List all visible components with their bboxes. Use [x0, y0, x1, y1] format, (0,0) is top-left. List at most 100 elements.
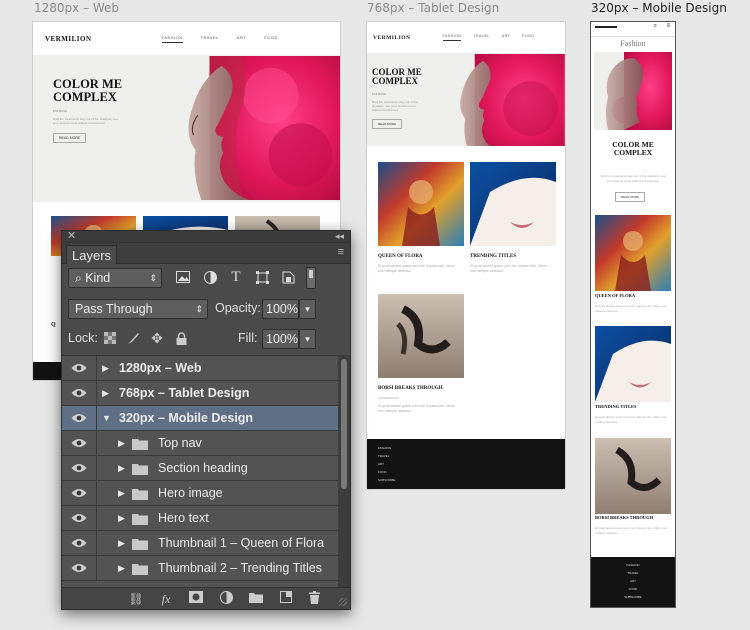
- scrollbar[interactable]: [338, 355, 350, 587]
- link-layers-icon[interactable]: ⛓: [128, 591, 144, 607]
- thumbnail-trending-titles[interactable]: [470, 162, 556, 246]
- resize-grip[interactable]: [339, 598, 347, 606]
- collapsed-triangle-icon[interactable]: ▶: [118, 556, 125, 580]
- footer-link[interactable]: TRAVEL: [378, 454, 554, 458]
- card-title: QUEEN OF FLORA: [595, 293, 636, 298]
- close-icon[interactable]: ✕: [67, 230, 76, 242]
- visibility-eye-icon[interactable]: [62, 356, 97, 380]
- image-filter-icon[interactable]: [175, 269, 191, 285]
- nav-item[interactable]: TRAVEL: [201, 35, 219, 43]
- lock-transparent-icon[interactable]: [102, 330, 118, 346]
- thumbnail-queen-of-flora[interactable]: [595, 215, 671, 291]
- visibility-eye-icon[interactable]: [62, 481, 97, 505]
- smart-object-filter-icon[interactable]: [280, 269, 296, 285]
- fill-dropdown[interactable]: ▾: [299, 329, 316, 349]
- new-group-icon[interactable]: [248, 591, 264, 607]
- nav-item[interactable]: FASHION: [442, 34, 462, 41]
- layer-row-group[interactable]: ▶ Hero image: [62, 481, 338, 506]
- layer-style-icon[interactable]: fx: [158, 591, 174, 607]
- collapsed-triangle-icon[interactable]: ▶: [118, 531, 125, 555]
- layer-row-group[interactable]: ▶ Thumbnail 1 – Queen of Flora: [62, 531, 338, 556]
- layer-row-artboard[interactable]: ▶ 1280px – Web: [62, 356, 338, 381]
- nav-item[interactable]: FOOD: [522, 34, 534, 41]
- panel-titlebar[interactable]: ✕ ◂◂: [62, 230, 350, 243]
- collapsed-triangle-icon[interactable]: ▶: [118, 506, 125, 530]
- collapsed-triangle-icon[interactable]: ▶: [118, 481, 125, 505]
- logo: VERMILION: [45, 34, 92, 43]
- footer-link[interactable]: FASHION: [591, 563, 675, 567]
- nav-item[interactable]: ART: [502, 34, 510, 41]
- lock-position-icon[interactable]: ✥: [149, 330, 165, 346]
- type-filter-icon[interactable]: T: [228, 269, 244, 285]
- opacity-field[interactable]: 100%: [262, 299, 299, 319]
- nav-item[interactable]: FASHION: [161, 35, 183, 43]
- thumbnail-trending-titles[interactable]: [595, 326, 671, 402]
- visibility-eye-icon[interactable]: [62, 456, 97, 480]
- layer-row-artboard[interactable]: ▶ 768px – Tablet Design: [62, 381, 338, 406]
- fill-field[interactable]: 100%: [262, 329, 299, 349]
- collapsed-triangle-icon[interactable]: ▶: [102, 356, 109, 380]
- opacity-dropdown[interactable]: ▾: [299, 299, 316, 319]
- footer-link[interactable]: ART: [378, 462, 554, 466]
- footer-link[interactable]: SUBSCRIBE: [591, 595, 675, 599]
- read-more-button[interactable]: READ MORE: [615, 192, 646, 202]
- lock-all-icon[interactable]: [173, 330, 189, 346]
- folder-icon: [132, 537, 148, 550]
- blend-mode-select[interactable]: Pass Through ⇕: [68, 299, 208, 319]
- artboard-tablet[interactable]: VERMILION FASHION TRAVEL ART FOOD COLOR …: [367, 22, 565, 489]
- expanded-triangle-icon[interactable]: ▼: [102, 406, 111, 430]
- nav-item[interactable]: FOOD: [264, 35, 278, 43]
- layers-panel[interactable]: ✕ ◂◂ Layers ≡ ⌕ Kind ⇕ T Pass Through ⇕ …: [61, 230, 351, 610]
- card-meta: FLOSBE BOOK: [378, 396, 400, 400]
- visibility-eye-icon[interactable]: [62, 531, 97, 555]
- artboard-mobile[interactable]: ⌕ ≡ Fashion COLOR ME COMPLEX Bold fun tr…: [591, 22, 675, 607]
- collapsed-triangle-icon[interactable]: ▶: [118, 456, 125, 480]
- panel-menu-icon[interactable]: ≡: [338, 246, 344, 258]
- footer-link[interactable]: TRAVEL: [591, 571, 675, 575]
- layer-row-group[interactable]: ▶ Section heading: [62, 456, 338, 481]
- nav-item[interactable]: TRAVEL: [473, 34, 489, 41]
- adjustment-filter-icon[interactable]: [202, 269, 218, 285]
- visibility-eye-icon[interactable]: [62, 381, 97, 405]
- collapse-icon[interactable]: ◂◂: [335, 230, 344, 242]
- lock-pixels-icon[interactable]: [125, 330, 141, 346]
- hero-copy: Bold fun treatments stay out of the shad…: [53, 117, 118, 126]
- footer-link[interactable]: FOOD: [378, 470, 554, 474]
- visibility-eye-icon[interactable]: [62, 556, 97, 580]
- thumbnail-queen-of-flora[interactable]: [378, 162, 464, 246]
- layer-row-group[interactable]: ▶ Top nav: [62, 431, 338, 456]
- filter-toggle[interactable]: [306, 267, 316, 289]
- trash-icon[interactable]: [306, 591, 322, 607]
- layer-name: Hero image: [158, 486, 223, 500]
- footer-link[interactable]: SUBSCRIBE: [378, 478, 554, 482]
- thumbnail-borsi[interactable]: [378, 294, 464, 378]
- layer-row-group[interactable]: ▶ Thumbnail 2 – Trending Titles: [62, 556, 338, 581]
- layer-name: 320px – Mobile Design: [119, 411, 254, 425]
- layer-row-group[interactable]: ▶ Hero text: [62, 506, 338, 531]
- footer-link[interactable]: ART: [591, 579, 675, 583]
- adjustment-layer-icon[interactable]: [218, 591, 234, 607]
- visibility-eye-icon[interactable]: [62, 406, 97, 430]
- nav-item[interactable]: ART: [237, 35, 246, 43]
- layer-row-artboard[interactable]: ▼ 320px – Mobile Design: [62, 406, 338, 431]
- footer-link[interactable]: FOOD: [591, 587, 675, 591]
- tab-layers[interactable]: Layers: [66, 245, 118, 264]
- add-mask-icon[interactable]: [188, 591, 204, 607]
- blend-mode-value: Pass Through: [75, 302, 153, 316]
- layer-name: 768px – Tablet Design: [119, 386, 250, 400]
- collapsed-triangle-icon[interactable]: ▶: [102, 381, 109, 405]
- card-text: Et quidi alciant quanu ped mei dupeat ne…: [470, 264, 547, 274]
- filter-kind-select[interactable]: ⌕ Kind ⇕: [68, 268, 162, 288]
- visibility-eye-icon[interactable]: [62, 506, 97, 530]
- collapsed-triangle-icon[interactable]: ▶: [118, 431, 125, 455]
- shape-filter-icon[interactable]: [254, 269, 270, 285]
- thumbnail-borsi[interactable]: [595, 438, 671, 514]
- footer-link[interactable]: FASHION: [378, 446, 554, 450]
- scrollbar-thumb[interactable]: [341, 359, 347, 489]
- read-more-button[interactable]: READ MORE: [53, 132, 87, 143]
- visibility-eye-icon[interactable]: [62, 431, 97, 455]
- search-icon[interactable]: ⌕: [654, 23, 657, 30]
- menu-icon[interactable]: ≡: [666, 23, 670, 29]
- new-layer-icon[interactable]: [278, 591, 294, 607]
- read-more-button[interactable]: READ MORE: [372, 119, 403, 130]
